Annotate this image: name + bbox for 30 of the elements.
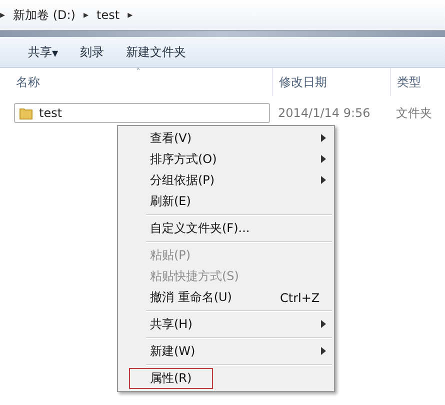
arrow-icon: ▸ xyxy=(0,10,6,20)
toolbar-button[interactable]: 共享▼ xyxy=(28,42,58,62)
menu-item[interactable]: 刷新(E) xyxy=(118,191,334,212)
column-header[interactable]: 名称 ˄ xyxy=(0,68,272,96)
date-cell-text: 2014/1/14 9:56 xyxy=(277,106,372,120)
arrow-icon[interactable]: ▸ xyxy=(128,10,133,20)
submenu-arrow-icon xyxy=(321,155,326,163)
menu-item[interactable]: 查看(V) xyxy=(118,128,334,149)
toolbar-button[interactable]: 刻录 xyxy=(80,42,104,62)
menu-item[interactable]: 自定义文件夹(F)... xyxy=(118,218,334,239)
folder-icon xyxy=(19,106,33,120)
submenu-arrow-icon xyxy=(321,176,326,184)
submenu-arrow-icon xyxy=(321,347,326,355)
file-name: test xyxy=(39,106,62,120)
breadcrumb-item[interactable]: 新加卷 (D:) xyxy=(13,6,76,24)
menu-item[interactable]: 撤消 重命名(U) Ctrl+Z xyxy=(118,287,334,308)
menu-item[interactable]: 排序方式(O) xyxy=(118,149,334,170)
column-header[interactable]: 类型 xyxy=(390,68,445,96)
toolbar-button[interactable]: 新建文件夹 xyxy=(126,42,186,62)
file-row[interactable]: test xyxy=(14,103,270,123)
menu-item[interactable]: 分组依据(P) xyxy=(118,170,334,191)
submenu-arrow-icon xyxy=(321,134,326,142)
menu-item[interactable]: 属性(R) xyxy=(129,368,213,389)
breadcrumb-item[interactable]: test xyxy=(96,8,120,22)
column-header[interactable]: 修改日期 xyxy=(272,68,390,96)
arrow-icon[interactable]: ▸ xyxy=(84,10,89,20)
menu-item[interactable]: 共享(H) xyxy=(118,314,334,335)
submenu-arrow-icon xyxy=(321,320,326,328)
menu-item[interactable]: 新建(W) xyxy=(118,341,334,362)
type-cell-text: 文件夹 xyxy=(395,104,433,122)
